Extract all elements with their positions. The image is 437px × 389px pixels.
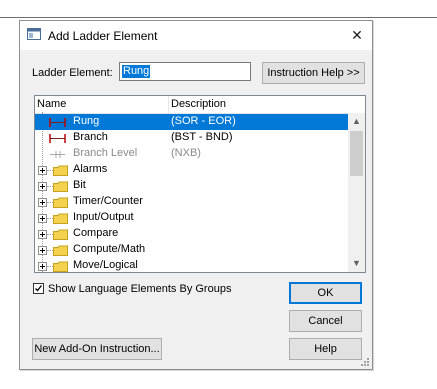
list-item-name: Compute/Math: [73, 243, 146, 255]
list-item[interactable]: Input/Output: [35, 210, 348, 226]
list-item-name: Rung: [73, 115, 100, 127]
list-item-name: Bit: [73, 179, 86, 191]
rung-icon: [49, 118, 66, 127]
ladder-element-list[interactable]: Name Description Rung (SOR - EOR) Branch…: [34, 95, 366, 273]
branch-level-icon: [50, 151, 65, 158]
expand-icon[interactable]: [38, 246, 47, 255]
list-item[interactable]: Compare: [35, 226, 348, 242]
list-item[interactable]: Rung (SOR - EOR): [35, 114, 348, 130]
ok-button[interactable]: OK: [289, 282, 362, 304]
list-item[interactable]: Alarms: [35, 162, 348, 178]
resize-grip-icon[interactable]: [360, 357, 370, 367]
folder-icon: [53, 229, 68, 240]
list-item[interactable]: Timer/Counter: [35, 194, 348, 210]
folder-icon: [53, 197, 68, 208]
expand-icon[interactable]: [38, 230, 47, 239]
ladder-element-value: Rung: [122, 65, 151, 78]
list-item-description: (SOR - EOR): [171, 115, 236, 127]
folder-icon: [53, 261, 68, 272]
folder-icon: [53, 245, 68, 256]
list-item-description: (NXB): [171, 147, 201, 159]
folder-icon: [53, 213, 68, 224]
column-header-name[interactable]: Name: [37, 98, 66, 110]
expand-icon[interactable]: [38, 198, 47, 207]
list-item-name: Input/Output: [73, 211, 134, 223]
add-ladder-element-dialog: Add Ladder Element ✕ Ladder Element: Run…: [19, 20, 373, 370]
column-separator[interactable]: [168, 96, 169, 113]
title-bar[interactable]: Add Ladder Element ✕: [20, 21, 372, 50]
checkmark-icon: [35, 285, 43, 292]
list-item-name: Branch Level: [73, 147, 138, 159]
list-item-name: Move/Logical: [73, 259, 138, 271]
show-by-groups-checkbox[interactable]: [33, 283, 44, 294]
dialog-title: Add Ladder Element: [48, 29, 158, 43]
list-item[interactable]: Branch Level (NXB): [35, 146, 348, 162]
list-item[interactable]: Compute/Math: [35, 242, 348, 258]
list-item-name: Alarms: [73, 163, 108, 175]
column-header-description[interactable]: Description: [171, 98, 226, 110]
expand-icon[interactable]: [38, 166, 47, 175]
folder-icon: [53, 165, 68, 176]
list-item-name: Branch: [73, 131, 108, 143]
window-icon: [27, 28, 41, 40]
ladder-element-input[interactable]: Rung: [119, 62, 251, 81]
list-header: Name Description: [35, 96, 348, 114]
expand-icon[interactable]: [38, 262, 47, 271]
window-top-border: [0, 17, 437, 18]
help-button[interactable]: Help: [289, 338, 362, 360]
ladder-element-label: Ladder Element:: [32, 67, 113, 79]
branch-icon: [49, 134, 66, 143]
folder-icon: [53, 181, 68, 192]
list-item-name: Compare: [73, 227, 119, 239]
scrollbar-thumb[interactable]: [350, 131, 363, 176]
list-item-description: (BST - BND): [171, 131, 233, 143]
list-item-name: Timer/Counter: [73, 195, 143, 207]
expand-icon[interactable]: [38, 214, 47, 223]
cancel-button[interactable]: Cancel: [289, 310, 362, 332]
close-icon[interactable]: ✕: [342, 21, 372, 50]
vertical-scrollbar[interactable]: ▲ ▼: [348, 113, 365, 272]
new-add-on-instruction-button[interactable]: New Add-On Instruction...: [32, 338, 162, 360]
list-item[interactable]: Move/Logical: [35, 258, 348, 272]
list-item[interactable]: Bit: [35, 178, 348, 194]
instruction-help-button[interactable]: Instruction Help >>: [262, 62, 365, 84]
expand-icon[interactable]: [38, 182, 47, 191]
scroll-down-icon[interactable]: ▼: [348, 255, 365, 272]
list-item[interactable]: Branch (BST - BND): [35, 130, 348, 146]
show-by-groups-label[interactable]: Show Language Elements By Groups: [48, 283, 231, 295]
scroll-up-icon[interactable]: ▲: [348, 113, 365, 130]
